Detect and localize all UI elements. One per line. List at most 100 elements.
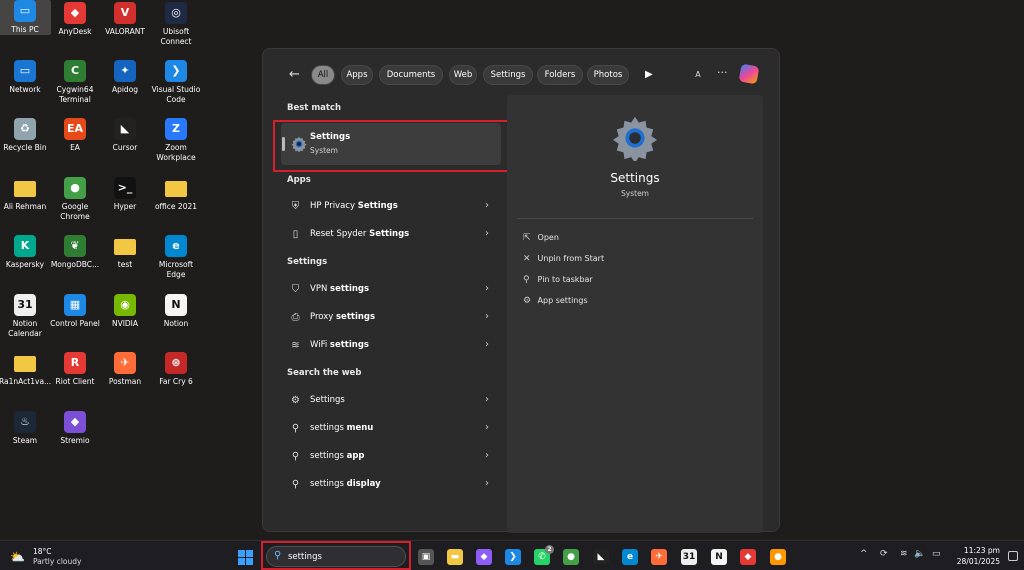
desktop-icon-control-panel[interactable]: ▦ Control Panel	[49, 294, 101, 329]
taskbar-edge-icon[interactable]: e	[622, 549, 638, 565]
desktop-icon-microsoft-edge[interactable]: e Microsoft Edge	[150, 235, 202, 280]
chevron-right-icon[interactable]: ›	[485, 422, 489, 433]
app-icon: ✦	[114, 60, 136, 82]
preview-action-open[interactable]: ⇱ Open	[523, 233, 559, 243]
desktop-icon-ubisoft-connect[interactable]: ◎ Ubisoft Connect	[150, 2, 202, 47]
desktop-icon-label: test	[117, 260, 133, 269]
desktop-icon-postman[interactable]: ✈ Postman	[99, 352, 151, 387]
desktop-icon-stremio[interactable]: ◆ Stremio	[49, 411, 101, 446]
desktop-icon-office-2021[interactable]: office 2021	[150, 177, 202, 212]
chevron-right-icon[interactable]: ›	[485, 394, 489, 405]
preview-action-unpin-from-start[interactable]: ✕ Unpin from Start	[523, 254, 604, 264]
wifi-icon[interactable]: ≋	[900, 549, 908, 559]
desktop-icon-recycle-bin[interactable]: ♻ Recycle Bin	[0, 118, 51, 153]
taskbar-notion-calendar-icon[interactable]: 31	[681, 549, 697, 565]
app-icon: ♨	[14, 411, 36, 433]
taskbar-anydesk-icon[interactable]: ◆	[740, 549, 756, 565]
result-item[interactable]: ⛉ VPN settings ›	[283, 278, 497, 302]
desktop-icon-google-chrome[interactable]: ● Google Chrome	[49, 177, 101, 222]
start-button[interactable]	[238, 550, 253, 565]
filter-photos[interactable]: Photos	[587, 65, 629, 85]
filter-folders[interactable]: Folders	[537, 65, 583, 85]
chevron-right-icon[interactable]: ›	[485, 478, 489, 489]
result-label: VPN settings	[310, 284, 370, 294]
desktop-icon-this-pc[interactable]: ▭ This PC	[0, 0, 51, 35]
desktop-icon-label: Postman	[108, 377, 142, 386]
result-item[interactable]: ⚲ settings menu ›	[283, 417, 497, 441]
filter-apps[interactable]: Apps	[341, 65, 373, 85]
divider	[517, 218, 753, 219]
preview-action-app-settings[interactable]: ⚙ App settings	[523, 296, 588, 306]
chevron-right-icon[interactable]: ›	[485, 339, 489, 350]
taskbar-task-view-icon[interactable]: ▣	[418, 549, 434, 565]
taskbar-whatsapp-icon[interactable]: ✆ 2	[534, 545, 554, 565]
desktop-icon-ea[interactable]: EA EA	[49, 118, 101, 153]
clock[interactable]: 11:23 pm 28/01/2025	[950, 545, 1000, 567]
result-label: Proxy settings	[310, 312, 376, 322]
desktop-icon-network[interactable]: ▭ Network	[0, 60, 51, 95]
show-hidden-icons[interactable]: ^	[860, 549, 868, 559]
desktop-icon-far-cry-6[interactable]: ⊛ Far Cry 6	[150, 352, 202, 387]
result-item[interactable]: ⎙ Proxy settings ›	[283, 306, 497, 330]
desktop-icon-test[interactable]: test	[99, 235, 151, 270]
desktop-icon-valorant[interactable]: V VALORANT	[99, 2, 151, 37]
taskbar-chrome-canary-icon[interactable]: ●	[770, 549, 786, 565]
filter-all[interactable]: All	[311, 65, 335, 85]
taskbar-notion-icon[interactable]: N	[711, 549, 727, 565]
more-filters-icon[interactable]: ▶	[645, 69, 653, 80]
desktop-icon-apidog[interactable]: ✦ Apidog	[99, 60, 151, 95]
desktop-icon-label: Notion Calendar	[8, 319, 42, 338]
desktop-icon-nvidia[interactable]: ◉ NVIDIA	[99, 294, 151, 329]
taskbar-file-explorer-icon[interactable]: ▬	[447, 549, 463, 565]
desktop-icon-riot-client[interactable]: R Riot Client	[49, 352, 101, 387]
volume-icon[interactable]: 🔈	[914, 549, 925, 559]
desktop-icon-visual-studio-code[interactable]: ❯ Visual Studio Code	[150, 60, 202, 105]
chevron-right-icon[interactable]: ›	[485, 200, 489, 211]
preview-action-pin-to-taskbar[interactable]: ⚲ Pin to taskbar	[523, 275, 593, 285]
copilot-icon[interactable]	[738, 63, 760, 85]
filter-settings[interactable]: Settings	[483, 65, 533, 85]
app-icon: N	[165, 294, 187, 316]
more-options-icon[interactable]: ···	[717, 66, 728, 79]
desktop-icon-ra1nact1va-[interactable]: Ra1nAct1va...	[0, 352, 51, 387]
account-avatar[interactable]: A	[691, 68, 705, 82]
taskbar: ⛅ 18°C Partly cloudy ⚲ ▣▬◆❯✆2●◣e✈31N◆● ^…	[0, 540, 1024, 570]
notifications-icon[interactable]	[1008, 551, 1018, 561]
desktop-icon-label: Steam	[12, 436, 38, 445]
desktop-icon-notion[interactable]: N Notion	[150, 294, 202, 329]
sync-icon[interactable]: ⟳	[880, 549, 888, 559]
desktop-icon-cygwin64-terminal[interactable]: C Cygwin64 Terminal	[49, 60, 101, 105]
back-arrow-icon[interactable]: ←	[289, 67, 300, 82]
result-item[interactable]: ⛨ HP Privacy Settings ›	[283, 195, 497, 219]
result-item[interactable]: ▯ Reset Spyder Settings ›	[283, 223, 497, 247]
chevron-right-icon[interactable]: ›	[485, 228, 489, 239]
result-item[interactable]: ≋ WiFi settings ›	[283, 334, 497, 358]
chevron-right-icon[interactable]: ›	[485, 450, 489, 461]
desktop-icon-mongodbc-[interactable]: ❦ MongoDBC...	[49, 235, 101, 270]
chevron-right-icon[interactable]: ›	[485, 283, 489, 294]
desktop-icon-zoom-workplace[interactable]: Z Zoom Workplace	[150, 118, 202, 163]
filter-documents[interactable]: Documents	[379, 65, 443, 85]
result-item[interactable]: ⚲ settings display ›	[283, 473, 497, 497]
battery-icon[interactable]: ▭	[932, 549, 941, 559]
taskbar-vscode-icon[interactable]: ❯	[505, 549, 521, 565]
taskbar-copilot-icon[interactable]: ◆	[476, 549, 492, 565]
desktop-icon-notion-calendar[interactable]: 31 Notion Calendar	[0, 294, 51, 339]
preview-subtitle: System	[621, 189, 649, 198]
desktop-icon-steam[interactable]: ♨ Steam	[0, 411, 51, 446]
taskbar-postman-icon[interactable]: ✈	[651, 549, 667, 565]
desktop-icon-anydesk[interactable]: ◆ AnyDesk	[49, 2, 101, 37]
desktop-icon-ali-rehman[interactable]: Ali Rehman	[0, 177, 51, 212]
taskbar-chrome-icon[interactable]: ●	[563, 549, 579, 565]
result-item[interactable]: ⚲ settings app ›	[283, 445, 497, 469]
filter-web[interactable]: Web	[449, 65, 477, 85]
taskbar-cursor-icon[interactable]: ◣	[593, 549, 609, 565]
desktop-icon-cursor[interactable]: ◣ Cursor	[99, 118, 151, 153]
desktop-icon-kaspersky[interactable]: K Kaspersky	[0, 235, 51, 270]
desktop-icon-hyper[interactable]: >_ Hyper	[99, 177, 151, 212]
highlight-box	[273, 120, 509, 172]
clock-date: 28/01/2025	[956, 557, 1000, 566]
desktop-icon-label: Far Cry 6	[159, 377, 193, 386]
chevron-right-icon[interactable]: ›	[485, 311, 489, 322]
result-item[interactable]: ⚙ Settings ›	[283, 389, 497, 413]
